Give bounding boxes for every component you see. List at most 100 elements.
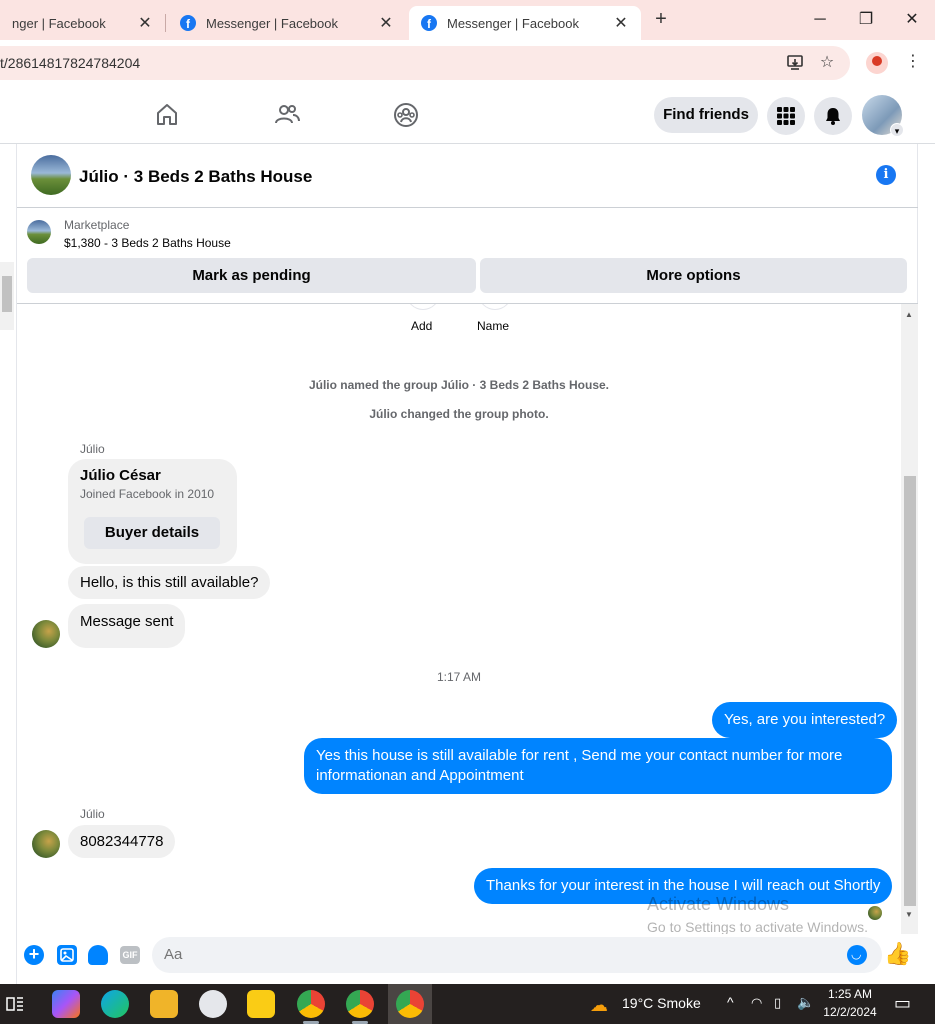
browser-menu-icon[interactable]: ⋮	[903, 52, 923, 72]
add-label[interactable]: Add	[411, 319, 432, 333]
mark-as-pending-button[interactable]: Mark as pending	[27, 258, 476, 293]
paint-icon[interactable]	[199, 990, 227, 1018]
menu-grid-icon	[777, 107, 795, 125]
groups-icon[interactable]	[392, 101, 420, 129]
friends-icon[interactable]	[273, 101, 301, 129]
browser-tab-active[interactable]: f Messenger | Facebook ✕	[409, 6, 641, 40]
message-bubble-incoming[interactable]: 8082344778	[68, 825, 176, 858]
message-input[interactable]	[152, 937, 882, 973]
chat-header: Júlio · 3 Beds 2 Baths House i	[17, 144, 919, 208]
facebook-icon: f	[180, 15, 196, 31]
timestamp: 1:17 AM	[436, 670, 482, 684]
copilot-icon[interactable]	[52, 990, 80, 1018]
url-text: t/28614817824784204	[0, 55, 141, 71]
message-bubble-incoming[interactable]: Message sent	[68, 604, 186, 648]
clock-date[interactable]: 12/2/2024	[822, 1005, 878, 1019]
tab-title: Messenger | Facebook	[206, 15, 338, 31]
add-circle[interactable]	[406, 304, 440, 310]
name-label[interactable]: Name	[477, 319, 509, 333]
browser-tab-strip: nger | Facebook ✕ f Messenger | Facebook…	[0, 0, 935, 40]
profile-card: Júlio César Joined Facebook in 2010 Buye…	[68, 459, 237, 564]
chrome-icon[interactable]	[297, 990, 325, 1018]
page-scrollbar[interactable]	[0, 262, 14, 330]
menu-grid-button[interactable]	[767, 97, 805, 135]
sender-avatar[interactable]	[32, 830, 60, 858]
browser-tab[interactable]: nger | Facebook ✕	[0, 6, 165, 40]
bookmark-star-icon[interactable]: ☆	[817, 53, 837, 73]
page-right-gutter	[918, 144, 935, 984]
profile-name[interactable]: Júlio César	[80, 467, 225, 484]
volume-icon[interactable]: 🔈	[797, 994, 814, 1011]
restore-button[interactable]: ❐	[854, 8, 878, 32]
group-avatar[interactable]	[31, 155, 71, 195]
sender-name: Júlio	[80, 442, 105, 456]
weather-text[interactable]: 19°C Smoke	[622, 995, 701, 1011]
emoji-icon[interactable]	[847, 945, 867, 965]
plus-icon[interactable]: +	[24, 945, 44, 965]
chrome-active-tile[interactable]	[388, 984, 432, 1024]
chrome-icon[interactable]	[346, 990, 374, 1018]
photo-icon[interactable]	[57, 945, 77, 965]
sender-avatar[interactable]	[32, 620, 60, 648]
tab-title: nger | Facebook	[12, 15, 106, 31]
show-hidden-icons-icon[interactable]: ^	[727, 994, 734, 1010]
find-friends-button[interactable]: Find friends	[654, 97, 758, 133]
scrollbar-thumb[interactable]	[2, 276, 12, 312]
system-message: Júlio named the group Júlio · 3 Beds 2 B…	[308, 378, 610, 392]
close-window-button[interactable]: ✕	[900, 8, 924, 32]
tab-close-icon[interactable]: ✕	[613, 13, 629, 33]
install-app-icon[interactable]	[785, 53, 805, 73]
weather-icon[interactable]: ☁	[590, 995, 608, 1016]
bell-icon	[826, 108, 840, 125]
more-options-button[interactable]: More options	[480, 258, 907, 293]
message-composer: + GIF 👍	[17, 934, 919, 984]
activate-windows-watermark: Activate Windows	[647, 894, 790, 914]
new-tab-button[interactable]: +	[651, 9, 671, 30]
system-message: Júlio changed the group photo.	[369, 407, 549, 421]
gif-icon[interactable]: GIF	[120, 946, 140, 964]
marketplace-banner: Marketplace $1,380 - 3 Beds 2 Baths Hous…	[17, 208, 919, 304]
file-explorer-icon[interactable]	[150, 990, 178, 1018]
tab-close-icon[interactable]: ✕	[378, 13, 394, 33]
listing-title[interactable]: $1,380 - 3 Beds 2 Baths House	[64, 236, 231, 250]
battery-icon[interactable]: ▯	[774, 995, 781, 1011]
sticker-icon[interactable]	[88, 945, 108, 965]
chrome-icon	[396, 990, 424, 1018]
sticky-notes-icon[interactable]	[247, 990, 275, 1018]
chat-title[interactable]: Júlio · 3 Beds 2 Baths House	[79, 167, 312, 187]
task-view-icon[interactable]	[4, 990, 28, 1018]
edge-icon[interactable]	[101, 990, 129, 1018]
scroll-down-arrow-icon[interactable]: ▼	[905, 910, 913, 919]
browser-profile-icon[interactable]	[866, 52, 888, 74]
facebook-icon: f	[421, 15, 437, 31]
message-bubble-outgoing[interactable]: Yes this house is still available for re…	[304, 738, 892, 794]
chevron-down-icon[interactable]: ▾	[890, 123, 904, 137]
notification-center-icon[interactable]: ▭	[894, 993, 911, 1014]
clock-time[interactable]: 1:25 AM	[822, 987, 878, 1001]
message-scrollbar[interactable]: ▲ ▼	[901, 304, 919, 934]
address-bar[interactable]: t/28614817824784204 ☆	[0, 46, 850, 80]
listing-thumbnail[interactable]	[27, 220, 51, 244]
name-circle[interactable]	[478, 304, 512, 310]
marketplace-label: Marketplace	[64, 218, 130, 232]
message-bubble-outgoing[interactable]: Yes, are you interested?	[712, 702, 898, 738]
activate-windows-hint: Go to Settings to activate Windows.	[647, 919, 868, 934]
scrollbar-thumb[interactable]	[904, 476, 916, 906]
facebook-top-nav: Find friends ▾	[0, 87, 935, 144]
like-icon[interactable]: 👍	[884, 941, 911, 967]
buyer-details-button[interactable]: Buyer details	[84, 517, 220, 549]
notifications-button[interactable]	[814, 97, 852, 135]
home-icon[interactable]	[153, 101, 181, 129]
network-icon[interactable]: ◠	[751, 995, 762, 1011]
scroll-up-arrow-icon[interactable]: ▲	[905, 310, 913, 319]
tab-close-icon[interactable]: ✕	[137, 13, 153, 33]
account-avatar[interactable]: ▾	[862, 95, 904, 137]
chat-panel: Júlio · 3 Beds 2 Baths House i Marketpla…	[16, 144, 919, 984]
browser-tab[interactable]: f Messenger | Facebook ✕	[168, 6, 406, 40]
message-bubble-incoming[interactable]: Hello, is this still available?	[68, 566, 271, 599]
browser-toolbar: t/28614817824784204 ☆ ⋮	[0, 40, 935, 87]
info-icon[interactable]: i	[876, 165, 896, 185]
tab-divider	[165, 14, 166, 32]
minimize-button[interactable]: ─	[808, 8, 832, 32]
tab-title: Messenger | Facebook	[447, 15, 579, 31]
